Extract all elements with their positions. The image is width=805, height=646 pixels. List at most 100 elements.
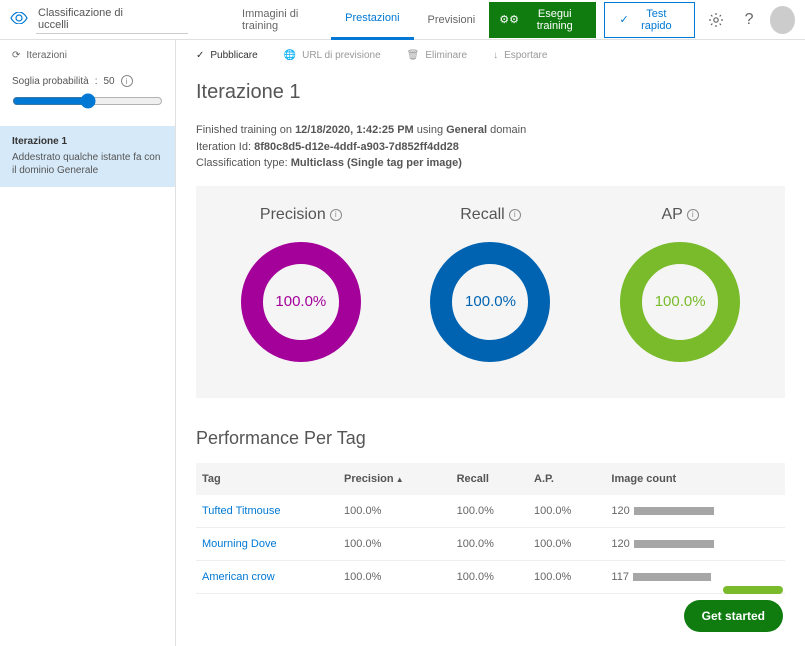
training-meta: Finished training on 12/18/2020, 1:42:25… bbox=[196, 122, 785, 172]
ap-label: AP bbox=[661, 206, 682, 224]
meta-text: Classification type: bbox=[196, 157, 291, 169]
iterations-header: ⟳ Iterazioni bbox=[0, 40, 175, 71]
ap-metric: AP i 100.0% bbox=[620, 206, 740, 362]
gears-icon: ⚙⚙ bbox=[499, 13, 519, 26]
metrics-panel: Precisioni 100.0% Recalli 100.0% APi 100… bbox=[196, 186, 785, 398]
refresh-icon: ⟳ bbox=[12, 50, 20, 61]
precision-donut: 100.0% bbox=[241, 242, 361, 362]
export-label: Esportare bbox=[504, 50, 547, 61]
main-tabs: Immagini di training Prestazioni Previsi… bbox=[228, 0, 489, 40]
tab-predictions[interactable]: Previsioni bbox=[414, 0, 490, 40]
iteration-item-title: Iterazione 1 bbox=[12, 136, 163, 147]
meta-text: domain bbox=[487, 124, 526, 136]
get-started-button[interactable]: Get started bbox=[684, 600, 783, 632]
publish-label: Pubblicare bbox=[210, 50, 257, 61]
cell: 100.0% bbox=[338, 560, 451, 593]
cell: 100.0% bbox=[338, 495, 451, 528]
count-cell: 120 bbox=[605, 527, 785, 560]
tag-link[interactable]: Mourning Dove bbox=[196, 527, 338, 560]
main-panel: ✓ Pubblicare 🌐 URL di previsione 🗑 Eliminar… bbox=[176, 40, 805, 646]
quick-test-button[interactable]: ✓ Test rapido bbox=[604, 2, 695, 38]
iteration-item[interactable]: Iterazione 1 Addestrato qualche istante … bbox=[0, 126, 175, 187]
count-bar bbox=[633, 573, 711, 581]
iteration-item-subtitle: Addestrato qualche istante fa con il dom… bbox=[12, 151, 163, 177]
check-icon: ✓ bbox=[196, 50, 204, 61]
classification-type: Multiclass (Single tag per image) bbox=[291, 157, 462, 169]
col-recall[interactable]: Recall bbox=[451, 463, 528, 495]
export-action[interactable]: ↓ Esportare bbox=[493, 50, 547, 61]
table-row: Mourning Dove 100.0% 100.0% 100.0% 120 bbox=[196, 527, 785, 560]
threshold-label-row: Soglia probabilità: 50 i bbox=[12, 75, 163, 87]
iteration-id: 8f80c8d5-d12e-4ddf-a903-7d852ff4dd28 bbox=[254, 141, 459, 153]
cell: 100.0% bbox=[451, 527, 528, 560]
train-button-label: Esegui training bbox=[523, 8, 587, 32]
info-icon[interactable]: i bbox=[509, 209, 521, 221]
table-row: Tufted Titmouse 100.0% 100.0% 100.0% 120 bbox=[196, 495, 785, 528]
count-value: 117 bbox=[611, 571, 629, 583]
cell: 100.0% bbox=[528, 560, 605, 593]
threshold-value: 50 bbox=[104, 76, 115, 87]
tag-link[interactable]: American crow bbox=[196, 560, 338, 593]
page-title: Iterazione 1 bbox=[196, 81, 785, 104]
precision-value: 100.0% bbox=[275, 293, 326, 310]
cell: 100.0% bbox=[528, 495, 605, 528]
user-avatar[interactable] bbox=[770, 6, 795, 34]
col-tag[interactable]: Tag bbox=[196, 463, 338, 495]
tag-link[interactable]: Tufted Titmouse bbox=[196, 495, 338, 528]
delete-action[interactable]: 🗑 Eliminare bbox=[407, 50, 467, 61]
sidebar: ⟳ Iterazioni Soglia probabilità: 50 i It… bbox=[0, 40, 176, 646]
perf-table: Tag Precision Recall A.P. Image count Tu… bbox=[196, 463, 785, 594]
help-icon[interactable]: ? bbox=[736, 6, 761, 34]
cell: 100.0% bbox=[451, 560, 528, 593]
delete-label: Eliminare bbox=[425, 50, 467, 61]
count-value: 120 bbox=[611, 505, 629, 517]
info-icon[interactable]: i bbox=[121, 75, 133, 87]
count-value: 120 bbox=[611, 538, 629, 550]
info-icon[interactable]: i bbox=[330, 209, 342, 221]
threshold-label: Soglia probabilità bbox=[12, 76, 89, 87]
quick-test-label: Test rapido bbox=[633, 8, 680, 32]
project-name[interactable]: Classificazione di uccelli bbox=[36, 5, 188, 34]
ap-value: 100.0% bbox=[655, 293, 706, 310]
top-bar: Classificazione di uccelli Immagini di t… bbox=[0, 0, 805, 40]
check-icon: ✓ bbox=[619, 13, 628, 26]
settings-icon[interactable] bbox=[703, 6, 728, 34]
meta-text: using bbox=[414, 124, 446, 136]
trash-icon: 🗑 bbox=[407, 50, 420, 61]
tab-performance[interactable]: Prestazioni bbox=[331, 0, 413, 40]
finished-date: 12/18/2020, 1:42:25 PM bbox=[295, 124, 414, 136]
progress-pill bbox=[723, 586, 783, 594]
precision-label: Precision bbox=[260, 206, 326, 224]
count-bar bbox=[634, 507, 714, 515]
meta-text: Iteration Id: bbox=[196, 141, 254, 153]
cell: 100.0% bbox=[528, 527, 605, 560]
prediction-url-action[interactable]: 🌐 URL di previsione bbox=[284, 50, 381, 61]
publish-action[interactable]: ✓ Pubblicare bbox=[196, 50, 258, 61]
precision-metric: Precision i 100.0% bbox=[241, 206, 361, 362]
cell: 100.0% bbox=[451, 495, 528, 528]
logo-eye-icon bbox=[10, 11, 28, 29]
tab-training-images[interactable]: Immagini di training bbox=[228, 0, 331, 40]
domain-name: General bbox=[446, 124, 487, 136]
ap-donut: 100.0% bbox=[620, 242, 740, 362]
action-toolbar: ✓ Pubblicare 🌐 URL di previsione 🗑 Eliminar… bbox=[176, 40, 805, 71]
globe-icon: 🌐 bbox=[284, 50, 296, 61]
col-count[interactable]: Image count bbox=[605, 463, 785, 495]
count-bar bbox=[634, 540, 714, 548]
perf-per-tag-title: Performance Per Tag bbox=[196, 428, 785, 449]
cell: 100.0% bbox=[338, 527, 451, 560]
recall-label: Recall bbox=[460, 206, 504, 224]
iterations-label: Iterazioni bbox=[26, 50, 67, 61]
col-ap[interactable]: A.P. bbox=[528, 463, 605, 495]
table-row: American crow 100.0% 100.0% 100.0% 117 bbox=[196, 560, 785, 593]
info-icon[interactable]: i bbox=[687, 209, 699, 221]
count-cell: 120 bbox=[605, 495, 785, 528]
recall-donut: 100.0% bbox=[430, 242, 550, 362]
threshold-slider[interactable] bbox=[12, 93, 163, 109]
train-button[interactable]: ⚙⚙ Esegui training bbox=[489, 2, 596, 38]
recall-value: 100.0% bbox=[465, 293, 516, 310]
meta-text: Finished training on bbox=[196, 124, 295, 136]
download-icon: ↓ bbox=[493, 50, 498, 61]
prediction-url-label: URL di previsione bbox=[302, 50, 381, 61]
col-precision[interactable]: Precision bbox=[338, 463, 451, 495]
